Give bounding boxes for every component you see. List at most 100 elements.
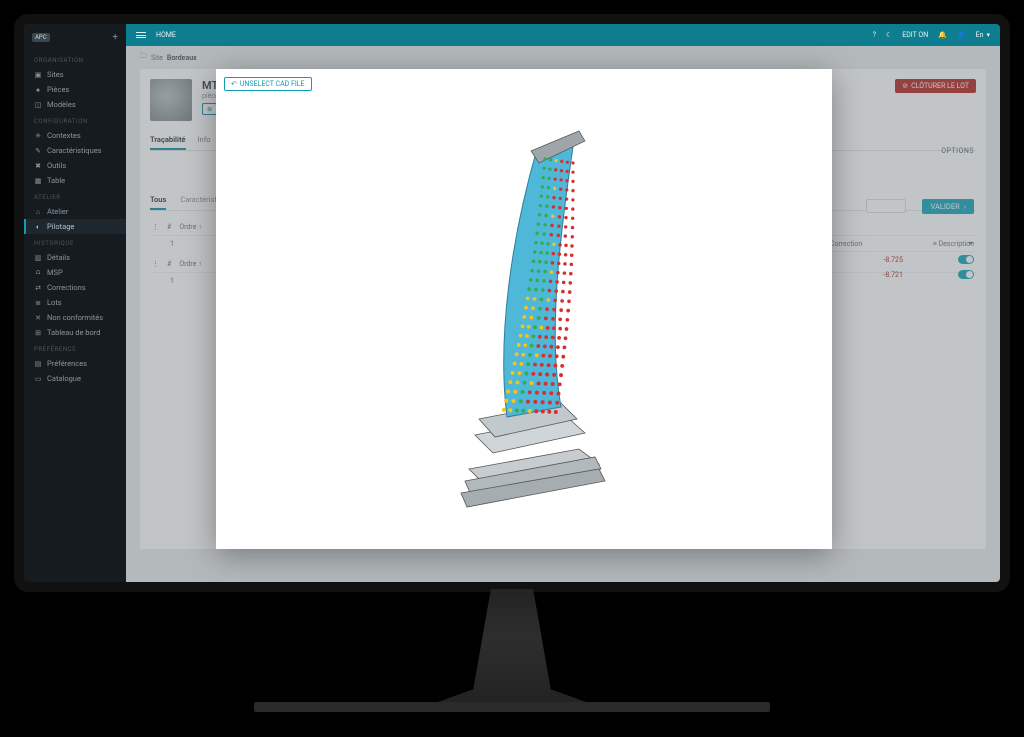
measurement-dot xyxy=(551,215,554,218)
sidebar-item-outils[interactable]: ✖Outils xyxy=(24,158,126,173)
measurement-dot xyxy=(536,344,540,348)
sidebar-item-sites[interactable]: ▣Sites xyxy=(24,67,126,82)
measurement-dot xyxy=(559,308,563,312)
sidebar-item-tableau-de-bord[interactable]: ⊞Tableau de bord xyxy=(24,325,126,340)
measurement-dot xyxy=(544,223,547,226)
sidebar-item-pilotage[interactable]: ◐Pilotage xyxy=(24,219,126,234)
sidebar-item-pi-ces[interactable]: ♠Pièces xyxy=(24,82,126,97)
home-link[interactable]: HOME xyxy=(156,31,176,39)
measurement-dot xyxy=(536,279,540,283)
measurement-dot xyxy=(537,269,541,273)
measurement-dot xyxy=(554,168,557,171)
measurement-dot xyxy=(559,373,563,377)
moon-icon[interactable]: ☾ xyxy=(886,31,892,39)
nav-icon: ✕ xyxy=(34,314,42,322)
measurement-dot xyxy=(518,371,522,375)
measurement-dot xyxy=(548,289,552,293)
measurement-dot xyxy=(551,317,555,321)
bell-icon[interactable]: 🔔 xyxy=(938,31,947,39)
measurement-dot xyxy=(547,363,551,367)
nav-icon: ◫ xyxy=(34,101,42,109)
measurement-dot xyxy=(547,186,550,189)
measurement-dot xyxy=(566,318,570,322)
measurement-dot xyxy=(525,334,529,338)
measurement-dot xyxy=(530,316,534,320)
measurement-dot xyxy=(564,336,568,340)
measurement-dot xyxy=(571,217,574,220)
measurement-dot xyxy=(554,289,558,293)
measurement-dot xyxy=(549,280,553,284)
measurement-dot xyxy=(571,180,574,183)
measurement-dot xyxy=(570,253,574,257)
measurement-dot xyxy=(551,261,555,265)
measurement-dot xyxy=(557,392,561,396)
measurement-dot xyxy=(548,401,552,405)
sidebar-item-table[interactable]: ▦Table xyxy=(24,173,126,188)
sidebar-item-caract-ristiques[interactable]: ✎Caractéristiques xyxy=(24,143,126,158)
measurement-dot xyxy=(556,345,560,349)
measurement-dot xyxy=(540,195,543,198)
nav-icon: ▭ xyxy=(34,375,42,383)
sidebar-item-mod-les[interactable]: ◫Modèles xyxy=(24,97,126,112)
user-icon[interactable]: 👤 xyxy=(957,31,966,39)
measurement-dot xyxy=(560,299,564,303)
measurement-dot xyxy=(545,307,549,311)
measurement-dot xyxy=(511,371,515,375)
measurement-dot xyxy=(571,161,574,164)
measurement-dot xyxy=(571,207,574,210)
measurement-dot xyxy=(538,260,542,264)
measurement-dot xyxy=(552,243,555,246)
measurement-dot xyxy=(552,205,555,208)
measurement-dot xyxy=(559,188,562,191)
sidebar-item-lots[interactable]: ≣Lots xyxy=(24,295,126,310)
measurement-dot xyxy=(524,372,528,376)
measurement-dot xyxy=(555,354,559,358)
cad-canvas[interactable] xyxy=(216,69,832,549)
sidebar-item-label: Détails xyxy=(47,253,70,262)
lang-select[interactable]: En ▾ xyxy=(976,31,990,39)
measurement-dot xyxy=(565,197,568,200)
measurement-dot xyxy=(557,336,561,340)
sidebar-item-label: Tableau de bord xyxy=(47,328,101,337)
measurement-dot xyxy=(533,250,537,254)
measurement-dot xyxy=(546,242,549,245)
measurement-dot xyxy=(540,298,544,302)
measurement-dot xyxy=(546,326,550,330)
measurement-dot xyxy=(535,391,539,395)
measurement-dot xyxy=(564,244,567,247)
measurement-dot xyxy=(555,280,559,284)
sidebar-item-catalogue[interactable]: ▭Catalogue xyxy=(24,371,126,386)
measurement-dot xyxy=(548,167,551,170)
measurement-dot xyxy=(549,391,553,395)
nav-section-title: CONFIGURATION xyxy=(24,112,126,128)
sidebar-item-non-conformit-s[interactable]: ✕Non conformités xyxy=(24,310,126,325)
nav-icon: ♠ xyxy=(34,86,42,94)
sidebar-item-label: Préférences xyxy=(47,359,87,368)
measurement-dot xyxy=(541,288,545,292)
sidebar-item-label: Atelier xyxy=(47,207,68,216)
measurement-dot xyxy=(534,409,538,413)
sidebar-item-d-tails[interactable]: ▥ Détails xyxy=(24,250,126,265)
measurement-dot xyxy=(542,232,545,235)
measurement-dot xyxy=(528,353,532,357)
sidebar-item-label: Contextes xyxy=(47,131,81,140)
sidebar: APC + ORGANISATION▣Sites♠Pièces◫ModèlesC… xyxy=(24,24,126,582)
sidebar-item-label: MSP xyxy=(47,268,63,277)
sidebar-item-pr-f-rences[interactable]: ▤Préférences xyxy=(24,356,126,371)
measurement-dot xyxy=(539,326,543,330)
measurement-dot xyxy=(543,157,546,160)
nav-section-title: PRÉFÉRENCE xyxy=(24,340,126,356)
hamburger-icon[interactable] xyxy=(136,31,146,39)
help-icon[interactable]: ? xyxy=(873,31,876,39)
measurement-dot xyxy=(504,399,508,403)
plus-icon[interactable]: + xyxy=(112,32,118,43)
measurement-dot xyxy=(515,409,519,413)
sidebar-item-atelier[interactable]: ⌂Atelier xyxy=(24,204,126,219)
measurement-dot xyxy=(513,362,517,366)
edit-on-toggle[interactable]: EDIT ON xyxy=(902,31,928,39)
sidebar-item-corrections[interactable]: ⇄Corrections xyxy=(24,280,126,295)
nav-icon: ▥ xyxy=(34,254,42,262)
measurement-dot xyxy=(551,382,555,386)
sidebar-item-msp[interactable]: ⩍MSP xyxy=(24,265,126,280)
sidebar-item-contextes[interactable]: ✳Contextes xyxy=(24,128,126,143)
